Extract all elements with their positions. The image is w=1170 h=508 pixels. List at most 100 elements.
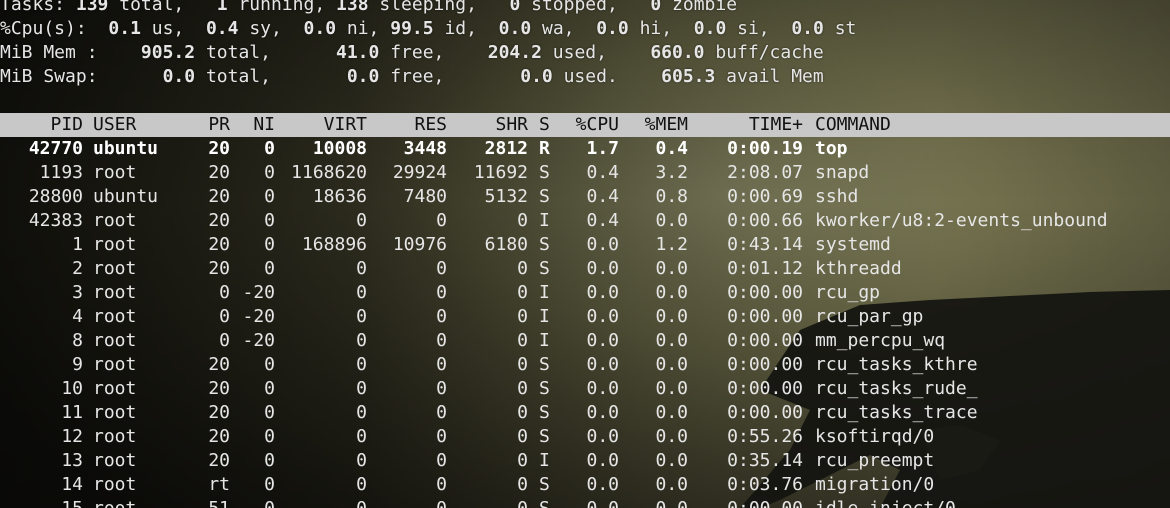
process-row[interactable]: 15root-510000S0.00.00:00.00idle_inject/0 xyxy=(0,497,1170,508)
process-row[interactable]: 11 root 20 0 0 0 0 S 0.0 0.0 0:00.00 rcu_tasks_trac… xyxy=(0,401,1170,425)
cell-virt: 0 xyxy=(356,330,367,351)
cell-time: 0:00.19 xyxy=(727,138,803,159)
cell-state: S xyxy=(539,402,550,423)
cell-state: S xyxy=(539,378,550,399)
cell-time: 0:00.00 xyxy=(727,330,803,351)
cell-pid: 11 xyxy=(61,402,83,423)
cell-shr: 0 xyxy=(517,330,528,351)
cell-user: root xyxy=(93,162,137,183)
cell-shr: 0 xyxy=(517,210,528,231)
cell-res: 0 xyxy=(436,258,447,279)
cell-pid: 9 xyxy=(72,354,83,375)
cell-shr: 0 xyxy=(517,258,528,279)
cell-time: 0:00.69 xyxy=(727,186,803,207)
cell-cpu: 0.0 xyxy=(586,450,619,471)
column-header-time: TIME+ xyxy=(748,114,803,135)
cell-pid: 2 xyxy=(72,258,83,279)
cell-pid: 42770 xyxy=(28,138,83,159)
cell-pid: 13 xyxy=(61,450,83,471)
process-row[interactable]: 42770 ubuntu 20 0 10008 3448 2812 R 1.7 0.4 0:00.1… xyxy=(0,137,1170,161)
cell-virt: 0 xyxy=(356,282,367,303)
cell-state: S xyxy=(539,186,550,207)
cell-mem: 0.0 xyxy=(655,450,688,471)
process-row[interactable]: 12 root 20 0 0 0 0 S 0.0 0.0 0:55.26 ksoftirqd/0 xyxy=(0,425,1170,449)
cell-cpu: 0.4 xyxy=(586,162,619,183)
cell-mem: 0.0 xyxy=(655,378,688,399)
cell-mem: 0.0 xyxy=(655,306,688,327)
cell-pr: rt xyxy=(208,474,230,495)
cell-ni: 0 xyxy=(264,162,275,183)
cell-time: 2:08.07 xyxy=(727,162,803,183)
cell-ni: 0 xyxy=(264,402,275,423)
cell-pr: 20 xyxy=(208,450,230,471)
process-row[interactable]: 1 root 20 0 168896 10976 6180 S 0.0 1.2 0:43.14 sys… xyxy=(0,233,1170,257)
cell-mem: 0.0 xyxy=(655,330,688,351)
cell-mem: 0.0 xyxy=(655,402,688,423)
cell-state: S xyxy=(539,497,553,508)
cell-pid: 14 xyxy=(61,474,83,495)
mem-summary-line: MiB Mem : 905.2 total, 41.0 free, 204.2 … xyxy=(0,42,824,63)
cell-command: sshd xyxy=(815,186,859,207)
column-header-mem: %MEM xyxy=(644,114,688,135)
cell-virt: 0 xyxy=(280,497,367,508)
cell-user: root xyxy=(93,450,137,471)
cell-ni: -20 xyxy=(242,306,275,327)
process-row[interactable]: 10 root 20 0 0 0 0 S 0.0 0.0 0:00.00 rcu_tasks_rude… xyxy=(0,377,1170,401)
cell-state: S xyxy=(539,354,550,375)
cell-command: top xyxy=(815,138,848,159)
cell-shr: 5132 xyxy=(484,186,528,207)
cell-virt: 0 xyxy=(356,474,367,495)
cell-pr: 20 xyxy=(208,162,230,183)
cell-mem: 0.4 xyxy=(655,138,688,159)
cell-cpu: 0.4 xyxy=(586,210,619,231)
cell-ni: 0 xyxy=(264,138,275,159)
cell-command: rcu_tasks_kthre xyxy=(815,354,978,375)
cell-mem: 0.0 xyxy=(627,497,688,508)
process-row[interactable]: 4 root 0 -20 0 0 0 I 0.0 0.0 0:00.00 rcu_par_gp xyxy=(0,305,1170,329)
cell-res: 3448 xyxy=(403,138,447,159)
cell-cpu: 0.0 xyxy=(586,354,619,375)
cell-mem: 0.0 xyxy=(655,474,688,495)
cell-pid: 3 xyxy=(72,282,83,303)
cell-user: root xyxy=(93,354,137,375)
cell-pid: 28800 xyxy=(28,186,83,207)
cell-virt: 0 xyxy=(356,354,367,375)
cell-virt: 0 xyxy=(356,378,367,399)
cell-virt: 0 xyxy=(356,306,367,327)
process-row[interactable]: 3 root 0 -20 0 0 0 I 0.0 0.0 0:00.00 rcu_gp xyxy=(0,281,1170,305)
cell-pr: 20 xyxy=(208,258,230,279)
cell-command: rcu_preempt xyxy=(815,450,935,471)
cell-pid: 12 xyxy=(61,426,83,447)
cell-ni: 0 xyxy=(264,258,275,279)
column-header-res: RES xyxy=(414,114,447,135)
cpu-summary-line: %Cpu(s): 0.1 us, 0.4 sy, 0.0 ni, 99.5 id… xyxy=(0,18,857,39)
process-row[interactable]: 1193 root 20 0 1168620 29924 11692 S 0.4 3.2 2:08.… xyxy=(0,161,1170,185)
cell-command: rcu_tasks_rude_ xyxy=(815,378,978,399)
cell-time: 0:00.00 xyxy=(727,306,803,327)
process-row[interactable]: 14 root rt 0 0 0 0 S 0.0 0.0 0:03.76 migration/0 xyxy=(0,473,1170,497)
cell-pid: 8 xyxy=(72,330,83,351)
cell-res: 0 xyxy=(436,210,447,231)
cell-virt: 0 xyxy=(356,258,367,279)
cell-shr: 0 xyxy=(517,426,528,447)
cell-command: idle_inject/0 xyxy=(815,497,1165,508)
cell-command: rcu_tasks_trace xyxy=(815,402,978,423)
process-row[interactable]: 8 root 0 -20 0 0 0 I 0.0 0.0 0:00.00 mm_percpu_wq xyxy=(0,329,1170,353)
cell-ni: 0 xyxy=(264,474,275,495)
process-row[interactable]: 13 root 20 0 0 0 0 I 0.0 0.0 0:35.14 rcu_preempt xyxy=(0,449,1170,473)
cell-cpu: 0.0 xyxy=(586,258,619,279)
cell-shr: 0 xyxy=(517,402,528,423)
cell-shr: 6180 xyxy=(484,234,528,255)
process-row[interactable]: 2 root 20 0 0 0 0 S 0.0 0.0 0:01.12 kthreadd xyxy=(0,257,1170,281)
cell-mem: 0.0 xyxy=(655,258,688,279)
cell-res: 0 xyxy=(436,450,447,471)
cell-res: 0 xyxy=(436,474,447,495)
process-row[interactable]: 28800 ubuntu 20 0 18636 7480 5132 S 0.4 0.8 0:00.6… xyxy=(0,185,1170,209)
cell-shr: 0 xyxy=(452,497,528,508)
cell-pr: 0 xyxy=(219,282,230,303)
cell-mem: 0.0 xyxy=(655,210,688,231)
process-row[interactable]: 9 root 20 0 0 0 0 S 0.0 0.0 0:00.00 rcu_tasks_kthre xyxy=(0,353,1170,377)
column-header-command: COMMAND xyxy=(815,114,891,135)
cell-res: 0 xyxy=(436,378,447,399)
process-row[interactable]: 42383 root 20 0 0 0 0 I 0.4 0.0 0:00.66 kworker/u8:… xyxy=(0,209,1170,233)
